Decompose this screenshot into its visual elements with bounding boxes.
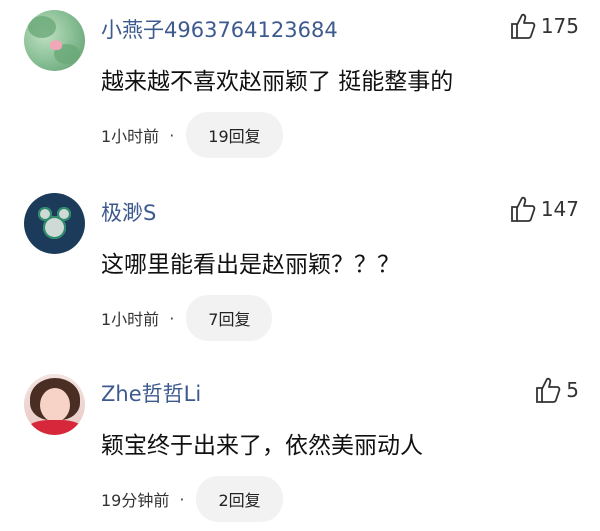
thumbs-up-icon: [536, 377, 561, 403]
like-count: 5: [566, 378, 579, 402]
like-button[interactable]: 5: [535, 376, 579, 404]
lotus-icon: [50, 40, 62, 50]
comment-feed: 小燕子4963764123684 175 越来越不喜欢赵丽颖了 挺能整事的 1小…: [0, 0, 600, 531]
comment-meta: 1小时前 · 7回复: [101, 295, 273, 341]
reply-button[interactable]: 19回复: [186, 112, 283, 158]
face-icon: [40, 388, 70, 422]
timestamp: 19分钟前: [101, 491, 170, 510]
avatar[interactable]: [24, 10, 85, 71]
timestamp: 1小时前: [101, 127, 160, 146]
comment-meta: 19分钟前 · 2回复: [101, 476, 283, 522]
separator-dot: ·: [169, 125, 175, 145]
comment-meta: 1小时前 · 19回复: [101, 112, 283, 158]
timestamp: 1小时前: [101, 310, 160, 329]
thumbs-up-icon: [510, 13, 536, 39]
separator-dot: ·: [179, 489, 185, 509]
username[interactable]: 极渺S: [101, 197, 156, 227]
like-count: 147: [540, 197, 579, 221]
comment-text: 颖宝终于出来了，依然美丽动人: [101, 433, 423, 459]
comment-text: 越来越不喜欢赵丽颖了 挺能整事的: [101, 69, 454, 95]
comment-text: 这哪里能看出是赵丽颖？？？: [101, 252, 400, 278]
username[interactable]: Zhe哲哲Li: [101, 378, 201, 408]
like-button[interactable]: 147: [510, 195, 579, 223]
mickey-icon: [43, 216, 66, 239]
avatar[interactable]: [24, 374, 85, 435]
thumbs-up-icon: [510, 196, 536, 222]
like-count: 175: [540, 14, 579, 38]
avatar[interactable]: [24, 193, 85, 254]
username[interactable]: 小燕子4963764123684: [101, 14, 338, 44]
reply-button[interactable]: 2回复: [196, 476, 283, 522]
reply-button[interactable]: 7回复: [186, 295, 273, 341]
like-button[interactable]: 175: [510, 12, 579, 40]
separator-dot: ·: [169, 308, 175, 328]
